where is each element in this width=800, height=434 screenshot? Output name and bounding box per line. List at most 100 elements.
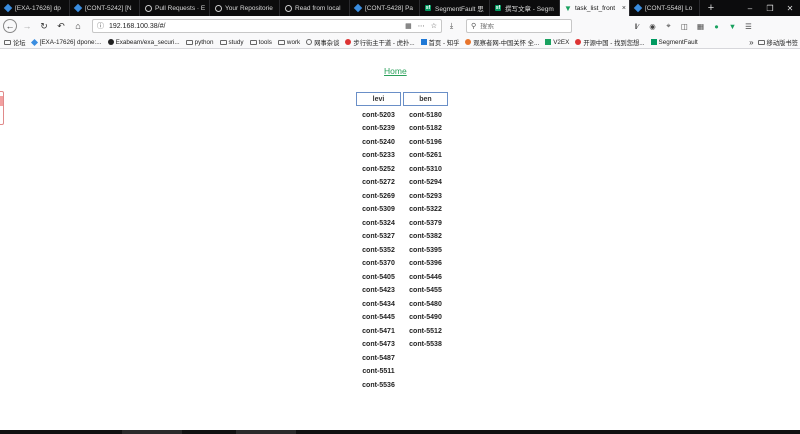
- table-row: cont-5511: [356, 365, 448, 379]
- table-row: cont-5434 cont-5480: [356, 298, 448, 312]
- library-icon[interactable]: ‖⁄: [630, 22, 643, 31]
- url-text[interactable]: 192.168.100.38/#/: [109, 23, 399, 30]
- taskbar-item[interactable]: [236, 430, 296, 434]
- close-icon[interactable]: ×: [622, 5, 626, 12]
- table-row: cont-5324 cont-5379: [356, 217, 448, 231]
- task-cell-ben: cont-5512: [409, 327, 442, 335]
- task-cell-ben: cont-5490: [409, 314, 442, 322]
- bookmark-item[interactable]: [EXA-17626] dpone:...: [30, 38, 102, 46]
- tab-title: Read from local: [295, 4, 341, 12]
- task-cell-levi: cont-5536: [362, 381, 395, 389]
- home-link[interactable]: Home: [384, 66, 407, 76]
- url-bar[interactable]: ⓘ 192.168.100.38/#/ ▦ ⋯ ☆: [92, 19, 442, 33]
- reload-button[interactable]: ↻: [37, 19, 51, 33]
- bookmark-item[interactable]: 网事杂谈: [306, 38, 339, 47]
- extension-green-icon[interactable]: ●: [710, 22, 723, 31]
- task-cell-ben: cont-5322: [409, 206, 442, 214]
- site-favicon-icon: [107, 39, 114, 45]
- table-row: cont-5423 cont-5455: [356, 284, 448, 298]
- task-cell-ben: cont-5261: [409, 152, 442, 160]
- tab-2[interactable]: Pull Requests · E: [140, 0, 210, 16]
- back-button[interactable]: ←: [3, 19, 17, 33]
- bookmark-item[interactable]: 观察者网-中国关怀 全...: [465, 38, 539, 47]
- table-row: cont-5487: [356, 352, 448, 366]
- task-cell-levi: cont-5272: [362, 179, 395, 187]
- table-row: cont-5252 cont-5310: [356, 163, 448, 177]
- tab-4[interactable]: Read from local: [280, 0, 350, 16]
- task-cell-levi: cont-5309: [362, 206, 395, 214]
- bookmark-label: python: [194, 38, 214, 46]
- bookmark-label: 步行街主干道 - 虎扑...: [353, 39, 415, 47]
- menu-icon[interactable]: ☰: [742, 22, 755, 31]
- chat-bubble-icon[interactable]: ◉: [646, 22, 659, 31]
- bookmark-item[interactable]: 首页 - 知乎: [420, 38, 459, 47]
- jira-diamond-icon: [353, 3, 363, 13]
- task-cell-levi: cont-5324: [362, 219, 395, 227]
- github-icon: [284, 4, 292, 12]
- table-row: cont-5445 cont-5490: [356, 311, 448, 325]
- bookmark-item[interactable]: study: [219, 39, 244, 46]
- new-tab-button[interactable]: +: [700, 0, 722, 16]
- task-cell-levi: cont-5233: [362, 152, 395, 160]
- bookmark-item[interactable]: tools: [249, 39, 272, 46]
- tab-1[interactable]: [CONT-5242] [N: [70, 0, 140, 16]
- tab-3[interactable]: Your Repositorie: [210, 0, 280, 16]
- task-cell-levi: cont-5434: [362, 300, 395, 308]
- task-cell-levi: cont-5327: [362, 233, 395, 241]
- bookmark-label: V2EX: [553, 38, 570, 46]
- bookmark-label: SegmentFault: [658, 38, 698, 46]
- tab-6[interactable]: sf SegmentFault 思: [420, 0, 490, 16]
- grid-icon[interactable]: ▦: [694, 22, 707, 31]
- task-cell-levi: cont-5473: [362, 341, 395, 349]
- task-cell-levi: cont-5203: [362, 112, 395, 119]
- bookmark-item[interactable]: work: [277, 38, 301, 46]
- task-cell-levi: cont-5423: [362, 287, 395, 295]
- tab-title: Your Repositorie: [225, 4, 273, 12]
- page-actions-icon[interactable]: ⋯: [418, 22, 425, 30]
- search-input[interactable]: [480, 22, 561, 30]
- minimize-icon[interactable]: –: [740, 0, 760, 16]
- task-cell-ben: cont-5196: [409, 138, 442, 146]
- bookmark-item[interactable]: 步行街主干道 - 虎扑...: [345, 38, 415, 47]
- bookmark-item[interactable]: 论坛: [4, 38, 26, 47]
- home-icon[interactable]: ⌂: [71, 19, 85, 33]
- tab-9[interactable]: [CONT-5548] Lo: [630, 0, 700, 16]
- search-box[interactable]: ⚲: [466, 19, 572, 33]
- taskbar-item[interactable]: [122, 430, 182, 434]
- bookmark-item[interactable]: python: [185, 38, 214, 46]
- task-cell-levi: cont-5239: [362, 125, 395, 133]
- bookmark-item[interactable]: SegmentFault: [650, 38, 698, 46]
- table-row: cont-5327 cont-5382: [356, 230, 448, 244]
- tab-0[interactable]: [EXA-17626] dp: [0, 0, 70, 16]
- bookmark-item[interactable]: 开源中国 - 找到您想...: [575, 38, 645, 47]
- vue-devtools-icon[interactable]: ▼: [726, 22, 739, 31]
- undo-icon[interactable]: ↶: [54, 19, 68, 33]
- tab-8[interactable]: ▼ task_list_front ×: [560, 0, 630, 16]
- bookmark-label: [EXA-17626] dpone:...: [39, 38, 102, 46]
- jira-diamond-icon: [633, 3, 643, 13]
- bookmarks-overflow-icon[interactable]: »: [749, 38, 753, 47]
- qr-code-icon[interactable]: ▦: [405, 22, 412, 30]
- site-favicon-icon: [545, 39, 552, 45]
- download-icon[interactable]: ⤓: [445, 21, 458, 31]
- segmentfault-icon: sf: [424, 5, 432, 11]
- close-window-icon[interactable]: ✕: [780, 0, 800, 16]
- tab-title: [CONT-5242] [N: [85, 4, 132, 12]
- task-cell-levi: cont-5252: [362, 165, 395, 173]
- task-cell-ben: cont-5182: [409, 125, 442, 133]
- forward-button[interactable]: →: [20, 19, 34, 33]
- sidebar-icon[interactable]: ◫: [678, 22, 691, 31]
- crop-icon[interactable]: ⌖: [662, 21, 675, 31]
- maximize-icon[interactable]: ❒: [760, 0, 780, 16]
- info-icon[interactable]: ⓘ: [97, 21, 104, 31]
- bookmark-item[interactable]: Exabeam/exa_securi...: [107, 39, 180, 46]
- site-favicon-icon: [575, 39, 582, 45]
- site-favicon-icon: [30, 38, 38, 46]
- bookmark-star-icon[interactable]: ☆: [431, 22, 437, 30]
- tab-5[interactable]: [CONT-5428] Pa: [350, 0, 420, 16]
- tab-7[interactable]: sf 撰写文章 - Segm: [490, 0, 560, 16]
- bookmark-label: work: [286, 38, 301, 46]
- side-drawer-tab[interactable]: [0, 91, 4, 125]
- bookmark-item[interactable]: V2EX: [545, 39, 569, 46]
- mobile-bookmarks[interactable]: 移动版书签: [757, 38, 798, 47]
